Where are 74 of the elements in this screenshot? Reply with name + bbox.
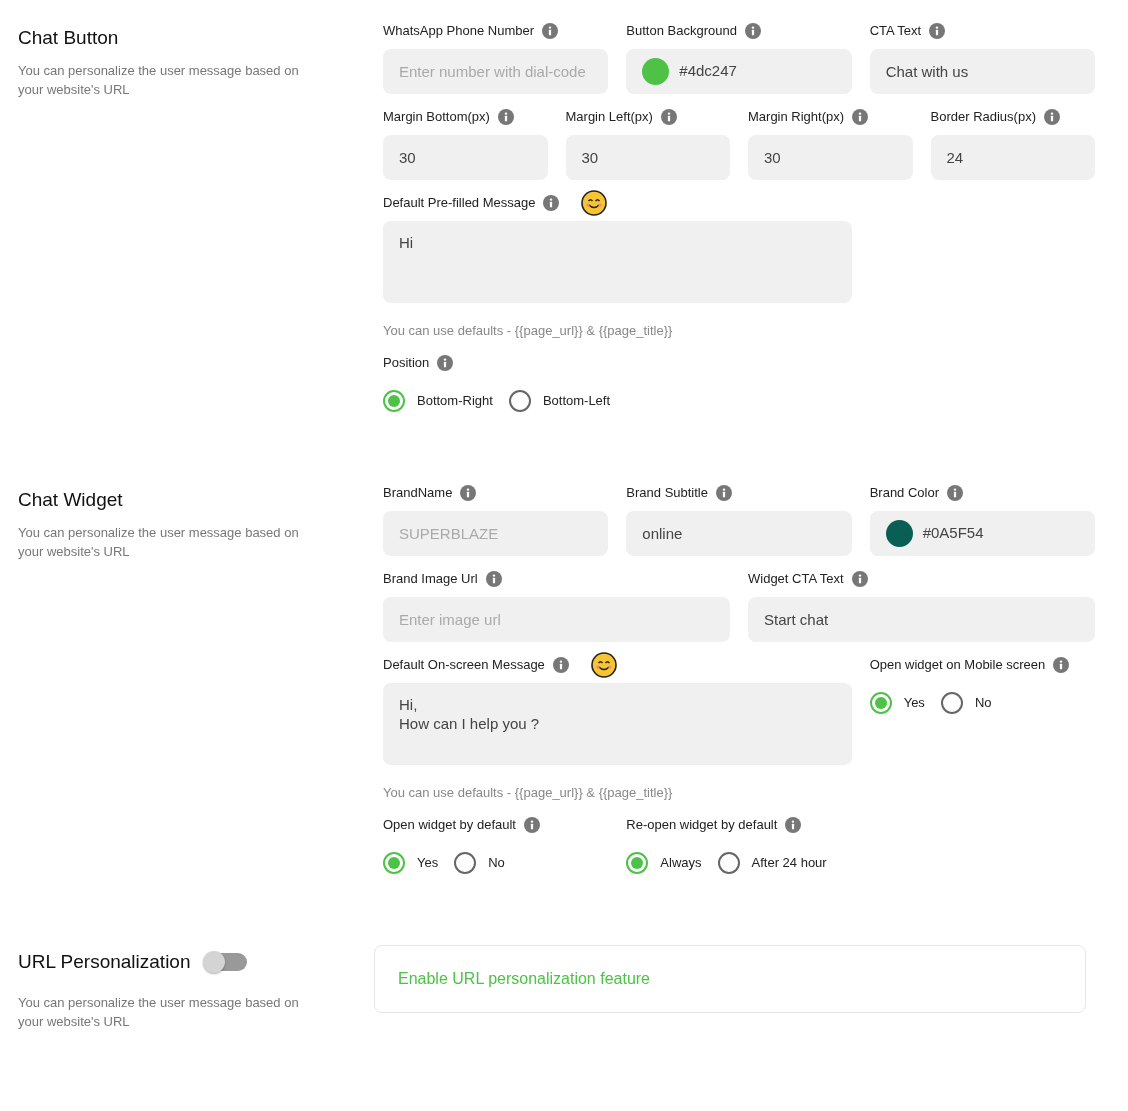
info-icon bbox=[716, 485, 732, 501]
radio-option[interactable]: Yes bbox=[869, 692, 925, 714]
section-title: Chat Widget bbox=[18, 488, 124, 512]
info-icon bbox=[660, 109, 677, 125]
field-label: Button Background bbox=[626, 22, 737, 41]
section-description: You can personalize the user message based on your website's URL bbox=[18, 61, 300, 99]
toggle-switch[interactable] bbox=[204, 953, 247, 972]
field-label: Margin Left(px) bbox=[565, 108, 653, 127]
section-title: Chat Button bbox=[18, 26, 120, 50]
hint-text: You can use defaults - {{page_url}} & {{page_title}} bbox=[383, 321, 674, 340]
color-field[interactable]: #4dc247 bbox=[626, 49, 852, 94]
smiley-icon[interactable] bbox=[590, 652, 617, 678]
color-value: #4dc247 bbox=[679, 61, 737, 82]
field-label: BrandName bbox=[383, 484, 453, 503]
input-field[interactable]: Chat with us bbox=[869, 49, 1095, 94]
info-icon bbox=[437, 355, 454, 371]
info-icon bbox=[485, 571, 502, 587]
info-icon bbox=[1053, 657, 1070, 673]
field-label: WhatsApp Phone Number bbox=[383, 22, 535, 41]
info-icon bbox=[543, 195, 560, 211]
smiley-icon[interactable] bbox=[581, 190, 608, 216]
info-icon bbox=[552, 657, 569, 673]
field-label: CTA Text bbox=[869, 22, 922, 41]
info-icon bbox=[744, 23, 761, 39]
feature-text: Enable URL personalization feature bbox=[398, 969, 650, 989]
field-label: Margin Right(px) bbox=[748, 108, 845, 127]
field-label: Default Pre-filled Message bbox=[383, 194, 536, 213]
info-icon bbox=[851, 571, 868, 587]
input-field[interactable]: Start chat bbox=[748, 597, 1095, 642]
info-icon bbox=[852, 109, 869, 125]
info-icon bbox=[542, 23, 559, 39]
input-field[interactable]: SUPERBLAZE bbox=[383, 511, 609, 556]
color-value: #0A5F54 bbox=[922, 523, 984, 544]
field-label: Brand Subtitle bbox=[626, 484, 708, 503]
field-label: Widget CTA Text bbox=[748, 570, 844, 589]
info-icon bbox=[1044, 109, 1060, 125]
field-label: Open widget by default bbox=[383, 816, 516, 835]
section-title: URL Personalization bbox=[18, 950, 191, 974]
info-icon bbox=[524, 817, 540, 833]
hint-text: You can use defaults - {{page_url}} & {{page_title}} bbox=[383, 783, 674, 802]
field-label: Border Radius(px) bbox=[930, 108, 1036, 127]
field-label: Position bbox=[383, 354, 430, 373]
field-label: Margin Bottom(px) bbox=[383, 108, 490, 127]
message-field[interactable]: Hi bbox=[383, 221, 852, 303]
message-field[interactable]: Hi, How can I help you ? bbox=[383, 683, 852, 765]
radio-option[interactable]: After 24 hour bbox=[717, 852, 827, 874]
input-field[interactable]: online bbox=[626, 511, 852, 556]
section-description: You can personalize the user message based on your website's URL bbox=[18, 523, 300, 561]
input-field[interactable]: Enter image url bbox=[383, 597, 730, 642]
color-swatch[interactable] bbox=[642, 58, 670, 85]
field-label: Re-open widget by default bbox=[626, 816, 778, 835]
section-description: You can personalize the user message based on your website's URL bbox=[18, 993, 300, 1031]
info-icon bbox=[929, 23, 946, 39]
info-icon bbox=[497, 109, 514, 125]
info-icon bbox=[947, 485, 964, 501]
radio-option[interactable]: No bbox=[454, 852, 505, 874]
input-field[interactable]: Enter number with dial-code bbox=[383, 49, 609, 94]
field-label: Open widget on Mobile screen bbox=[869, 656, 1046, 675]
input-field[interactable]: 30 bbox=[383, 135, 548, 180]
radio-option[interactable]: Yes bbox=[383, 852, 439, 874]
color-swatch[interactable] bbox=[885, 520, 913, 547]
radio-option[interactable]: Always bbox=[626, 852, 702, 874]
field-label: Brand Color bbox=[869, 484, 940, 503]
field-label: Default On-screen Message bbox=[383, 656, 545, 675]
field-label: Brand Image Url bbox=[383, 570, 478, 589]
radio-option[interactable]: Bottom-Right bbox=[383, 390, 493, 412]
info-icon bbox=[785, 817, 802, 833]
info-icon bbox=[460, 485, 477, 501]
color-field[interactable]: #0A5F54 bbox=[869, 511, 1095, 556]
radio-option[interactable]: Bottom-Left bbox=[508, 390, 611, 412]
radio-option[interactable]: No bbox=[940, 692, 992, 714]
input-field[interactable]: 30 bbox=[748, 135, 913, 180]
input-field[interactable]: 30 bbox=[565, 135, 730, 180]
input-field[interactable]: 24 bbox=[930, 135, 1095, 180]
